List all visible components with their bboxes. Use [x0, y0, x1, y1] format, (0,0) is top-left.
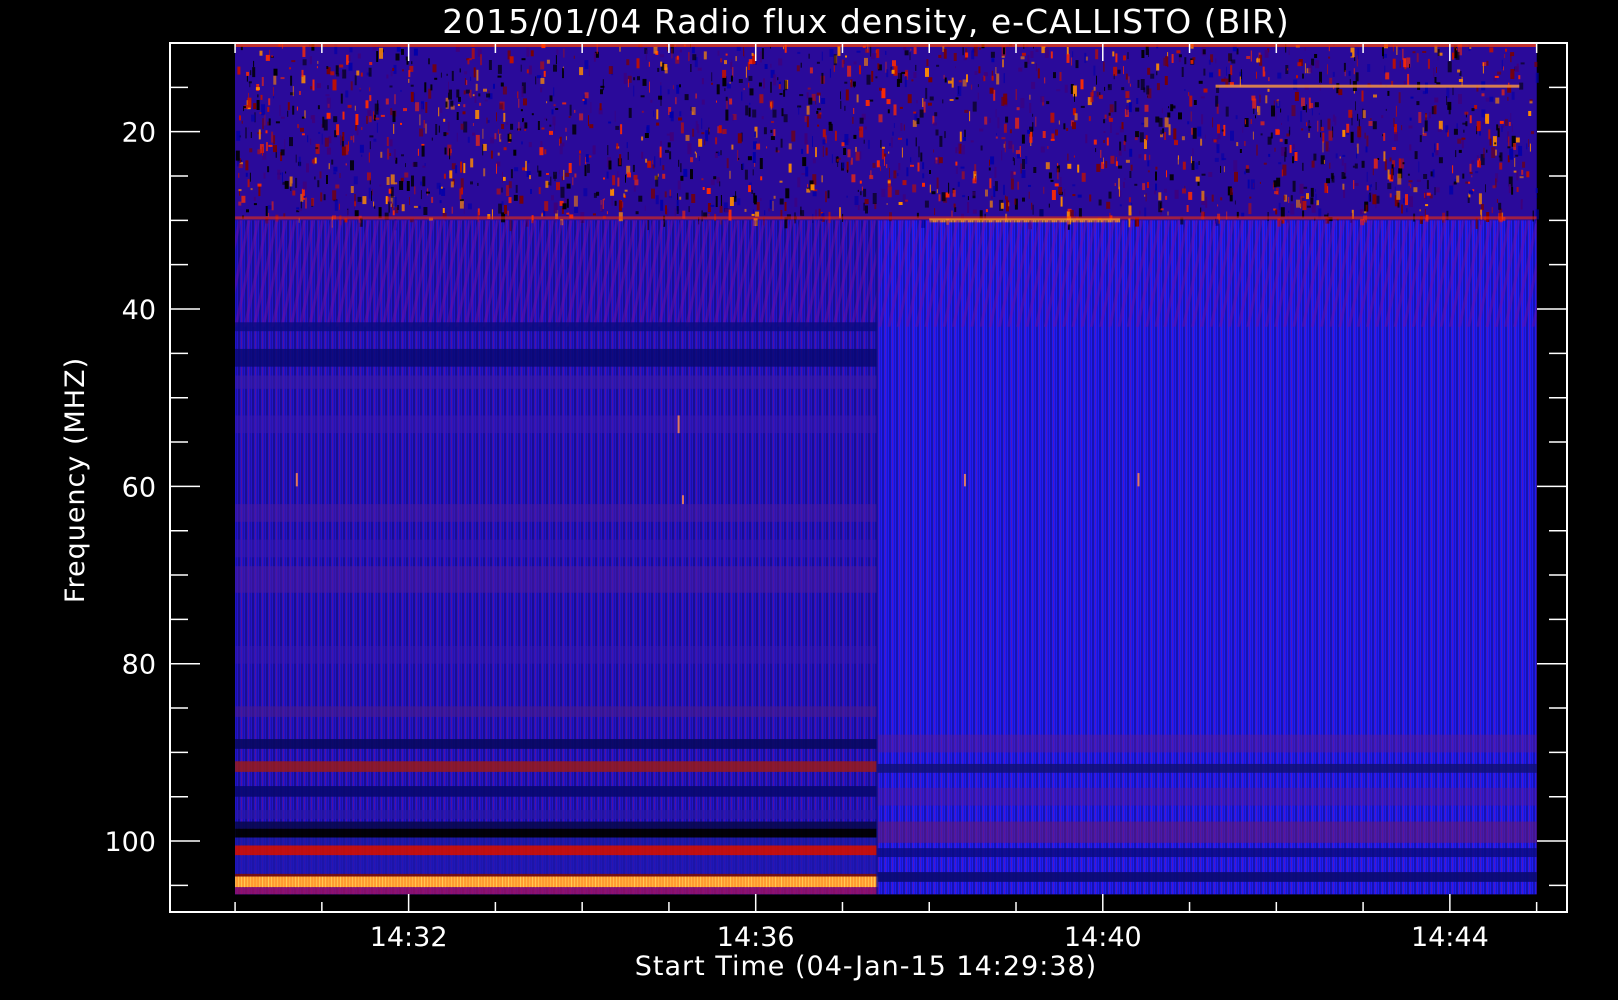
x-tick-label: 14:40 [1064, 922, 1142, 953]
noisy-band-line [1215, 84, 1520, 88]
switch-line [876, 220, 879, 895]
noisy-band-edge [235, 216, 1537, 220]
y-tick-label: 80 [122, 650, 156, 681]
x-tick-label: 14:44 [1411, 922, 1489, 953]
x-tick-label: 14:32 [370, 922, 448, 953]
spectrogram-chart: 14:32 14:36 14:40 14:44 20 40 60 80 100 2015/01/… [0, 0, 1618, 1000]
x-axis-label: Start Time (04-Jan-15 14:29:38) [635, 951, 1097, 982]
y-tick-label: 40 [122, 295, 156, 326]
spectrogram-heatmap [235, 43, 1539, 895]
y-tick-label: 60 [122, 472, 156, 503]
chart-title: 2015/01/04 Radio flux density, e-CALLIST… [442, 2, 1290, 41]
x-tick-label: 14:36 [717, 922, 795, 953]
bright-band-texture [235, 876, 879, 888]
diagonal-overlay [235, 220, 1537, 327]
y-tick-label: 20 [122, 118, 156, 149]
y-axis-label: Frequency (MHZ) [60, 357, 91, 603]
y-tick-label: 100 [104, 827, 156, 858]
